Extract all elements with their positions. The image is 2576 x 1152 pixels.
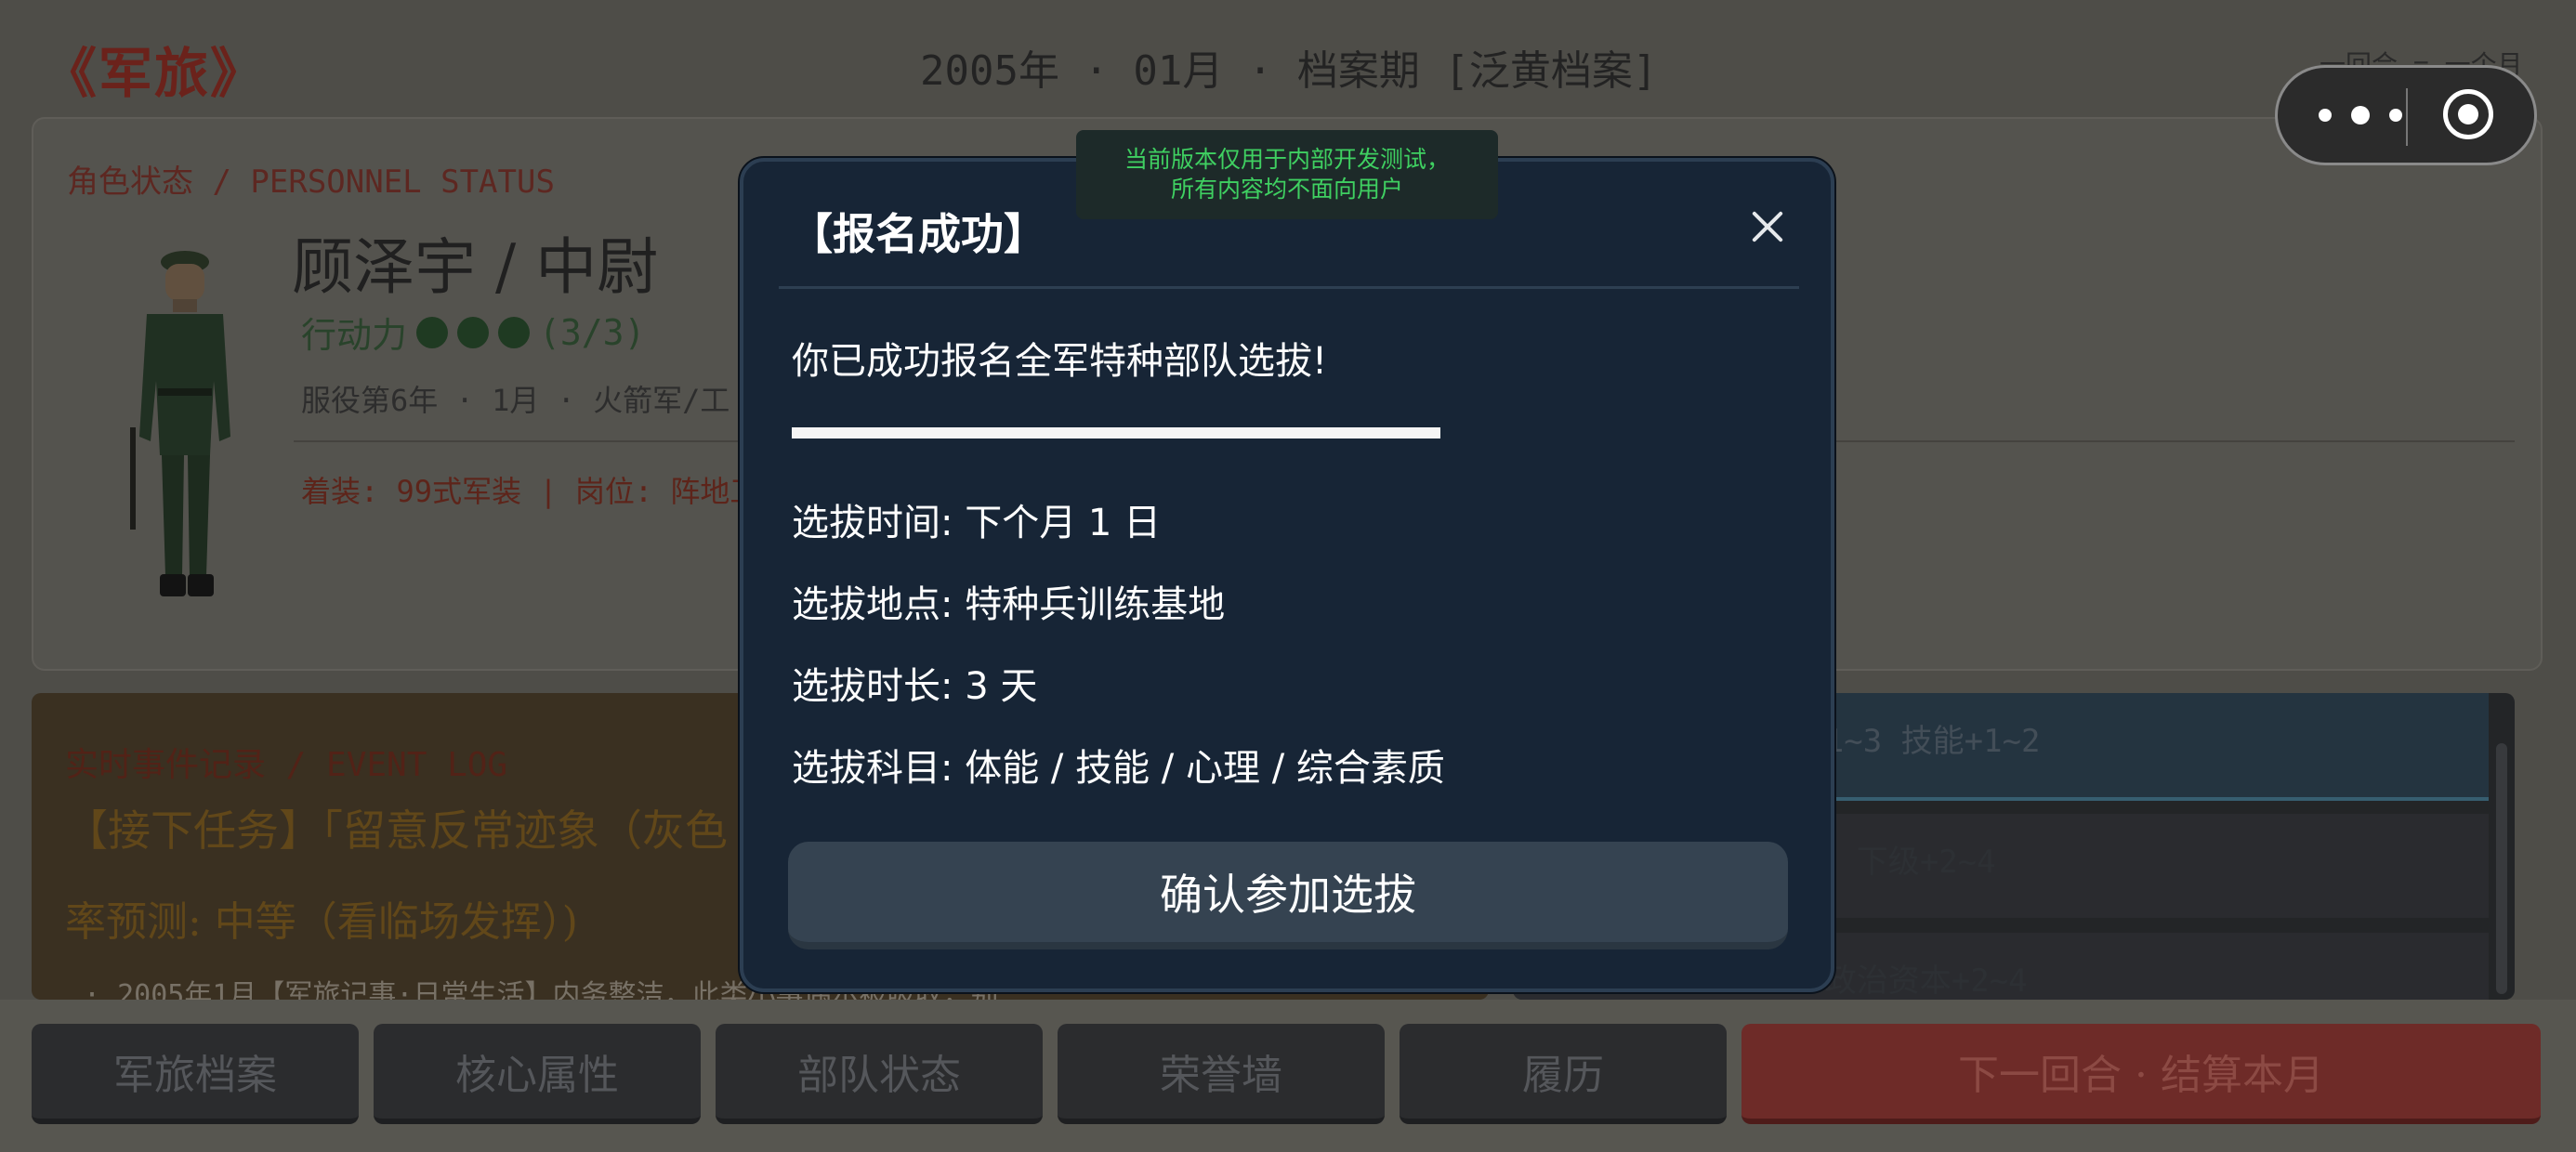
signup-success-dialog: 【报名成功】 你已成功报名全军特种部队选拔! 选拔时间: 下个月 1 日 选拔地… xyxy=(740,158,1834,992)
game-screen: 《军旅》 2005年 · 01月 · 档案期 [泛黄档案] 一回合 = 一个月 … xyxy=(0,0,2576,1152)
tab-core-attributes[interactable]: 核心属性 xyxy=(374,1024,701,1124)
tab-resume[interactable]: 履历 xyxy=(1400,1024,1727,1124)
selection-time: 选拔时间: 下个月 1 日 xyxy=(792,502,1162,544)
dialog-title: 【报名成功】 xyxy=(790,209,1046,259)
selection-subjects: 选拔科目: 体能 / 技能 / 心理 / 综合素质 xyxy=(792,747,1445,790)
toast-line-2: 所有内容均不面向用户 xyxy=(1170,176,1403,203)
dev-notice-toast: 当前版本仅用于内部开发测试， 所有内容均不面向用户 xyxy=(1076,130,1498,219)
confirm-selection-button[interactable]: 确认参加选拔 xyxy=(788,842,1788,949)
tab-honor-wall[interactable]: 荣誉墙 xyxy=(1058,1024,1385,1124)
dialog-message: 你已成功报名全军特种部队选拔! xyxy=(792,340,1328,383)
dialog-separator-bar xyxy=(792,427,1440,439)
miniprogram-capsule xyxy=(2275,65,2537,165)
tab-archive[interactable]: 军旅档案 xyxy=(32,1024,359,1124)
selection-duration: 选拔时长: 3 天 xyxy=(792,665,1038,708)
tab-unit-status[interactable]: 部队状态 xyxy=(716,1024,1043,1124)
close-icon[interactable] xyxy=(1745,204,1790,249)
close-miniprogram-icon[interactable] xyxy=(2443,89,2493,139)
next-turn-button[interactable]: 下一回合 · 结算本月 xyxy=(1741,1024,2541,1124)
dialog-divider xyxy=(779,286,1799,289)
selection-location: 选拔地点: 特种兵训练基地 xyxy=(792,583,1226,626)
more-menu-icon[interactable] xyxy=(2319,98,2402,132)
toast-line-1: 当前版本仅用于内部开发测试， xyxy=(1124,146,1450,173)
capsule-divider xyxy=(2406,88,2408,146)
